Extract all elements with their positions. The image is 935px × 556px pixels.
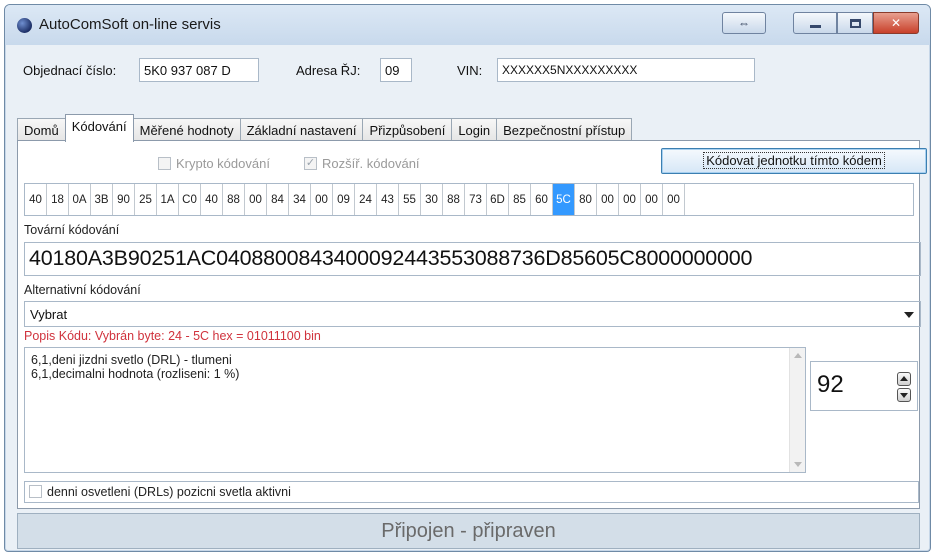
coding-panel: Krypto kódování ✓ Rozšíř. kódování Kódov… xyxy=(17,140,927,509)
spin-down-button[interactable] xyxy=(897,388,911,402)
app-window: AutoComSoft on-line servis ⇔ ✕ Objednací… xyxy=(4,4,931,552)
drl-position-checkbox[interactable] xyxy=(29,485,42,498)
vin-field[interactable]: XXXXXX5NXXXXXXXXX xyxy=(497,58,755,82)
scroll-down-icon[interactable] xyxy=(794,462,802,467)
maximize-icon xyxy=(849,18,861,28)
maximize-button[interactable] xyxy=(837,12,873,34)
coding-byte-cell[interactable]: 73 xyxy=(465,184,487,215)
coding-byte-cell[interactable]: 88 xyxy=(223,184,245,215)
minimize-button[interactable] xyxy=(793,12,837,34)
coding-byte-cell[interactable]: 00 xyxy=(311,184,333,215)
coding-byte-cell[interactable]: 09 xyxy=(333,184,355,215)
close-icon: ✕ xyxy=(890,16,902,30)
coding-byte-cell[interactable]: 34 xyxy=(289,184,311,215)
apply-coding-button[interactable]: Kódovat jednotku tímto kódem xyxy=(661,148,927,174)
coding-byte-cell[interactable]: 00 xyxy=(597,184,619,215)
swap-arrows-icon: ⇔ xyxy=(738,16,750,30)
memo-scrollbar[interactable] xyxy=(789,348,805,472)
chevron-down-icon xyxy=(904,312,914,318)
tab-home[interactable]: Domů xyxy=(17,118,66,142)
title-bar[interactable]: AutoComSoft on-line servis ⇔ ✕ xyxy=(5,5,930,45)
coding-byte-cell[interactable]: 88 xyxy=(443,184,465,215)
coding-byte-cell[interactable]: 1A xyxy=(157,184,179,215)
spinner-value: 92 xyxy=(817,371,844,398)
coding-byte-cell[interactable]: 5C xyxy=(553,184,575,215)
coding-byte-cell[interactable]: 3B xyxy=(91,184,113,215)
coding-byte-cell[interactable]: 85 xyxy=(509,184,531,215)
coding-byte-cell[interactable]: 00 xyxy=(663,184,685,215)
swap-button[interactable]: ⇔ xyxy=(722,12,766,34)
factory-coding-label: Tovární kódování xyxy=(24,223,120,237)
status-bar: Připojen - připraven xyxy=(17,513,920,549)
coding-byte-cell[interactable]: C0 xyxy=(179,184,201,215)
coding-byte-cell[interactable]: 6D xyxy=(487,184,509,215)
coding-byte-cell[interactable]: 18 xyxy=(47,184,69,215)
memo-line: 6,1,decimalni hodnota (rozliseni: 1 %) xyxy=(31,367,240,381)
coding-byte-cell[interactable]: 00 xyxy=(245,184,267,215)
scroll-up-icon[interactable] xyxy=(794,353,802,358)
coding-byte-cell[interactable]: 0A xyxy=(69,184,91,215)
coding-byte-cell[interactable]: 00 xyxy=(619,184,641,215)
memo-line: 6,1,deni jizdni svetlo (DRL) - tlumeni xyxy=(31,353,232,367)
coding-byte-cell[interactable]: 40 xyxy=(25,184,47,215)
minimize-icon xyxy=(809,25,821,28)
code-description: Popis Kódu: Vybrán byte: 24 - 5C hex = 0… xyxy=(24,329,321,343)
coding-byte-cell[interactable]: 25 xyxy=(135,184,157,215)
tab-strip: Domů Kódování Měřené hodnoty Základní na… xyxy=(17,114,633,142)
order-number-label: Objednací číslo: xyxy=(23,63,117,78)
description-memo[interactable]: 6,1,deni jizdni svetlo (DRL) - tlumeni 6… xyxy=(24,347,806,473)
drl-option-row: denni osvetleni (DRLs) pozicni svetla ak… xyxy=(24,481,919,503)
alt-coding-selected: Vybrat xyxy=(30,307,68,322)
coding-byte-cell[interactable]: 84 xyxy=(267,184,289,215)
unit-address-field[interactable]: 09 xyxy=(380,58,412,82)
coding-byte-cell[interactable]: 43 xyxy=(377,184,399,215)
coding-byte-cell[interactable]: 24 xyxy=(355,184,377,215)
extended-coding-checkbox[interactable]: ✓ xyxy=(304,157,317,170)
extended-coding-label: Rozšíř. kódování xyxy=(322,156,420,171)
coding-byte-cell[interactable]: 30 xyxy=(421,184,443,215)
coding-byte-cell[interactable]: 60 xyxy=(531,184,553,215)
drl-position-label: denni osvetleni (DRLs) pozicni svetla ak… xyxy=(47,485,291,499)
tab-security-access[interactable]: Bezpečnostní přístup xyxy=(496,118,633,142)
coding-byte-cell[interactable]: 40 xyxy=(201,184,223,215)
tab-adaptation[interactable]: Přizpůsobení xyxy=(362,118,453,142)
coding-byte-cell[interactable]: 00 xyxy=(641,184,663,215)
alt-coding-label: Alternativní kódování xyxy=(24,283,141,297)
value-spinner[interactable]: 92 xyxy=(810,361,918,411)
tab-basic-settings[interactable]: Základní nastavení xyxy=(239,118,364,142)
window-title: AutoComSoft on-line servis xyxy=(39,16,221,33)
unit-address-label: Adresa ŘJ: xyxy=(296,63,361,78)
order-number-field[interactable]: 5K0 937 087 D xyxy=(139,58,259,82)
app-logo-icon xyxy=(17,18,32,33)
coding-byte-grid: 40 18 0A 3B 90 25 1A C0 40 88 00 84 34 00 09 24 43 55 30 88… xyxy=(24,183,914,216)
coding-byte-cell[interactable]: 90 xyxy=(113,184,135,215)
factory-coding-field[interactable]: 40180A3B90251AC0408800843400092443553088… xyxy=(24,242,921,276)
vin-label: VIN: xyxy=(457,63,483,78)
spin-up-button[interactable] xyxy=(897,372,911,386)
close-button[interactable]: ✕ xyxy=(873,12,919,34)
coding-byte-cell[interactable]: 55 xyxy=(399,184,421,215)
tab-measured-values[interactable]: Měřené hodnoty xyxy=(132,118,241,142)
crypto-coding-label: Krypto kódování xyxy=(176,156,270,171)
apply-coding-button-label: Kódovat jednotku tímto kódem xyxy=(703,152,885,169)
crypto-coding-checkbox[interactable] xyxy=(158,157,171,170)
alt-coding-dropdown[interactable]: Vybrat xyxy=(24,301,921,327)
coding-byte-cell[interactable]: 80 xyxy=(575,184,597,215)
tab-coding[interactable]: Kódování xyxy=(64,114,134,142)
tab-login[interactable]: Login xyxy=(451,118,498,142)
